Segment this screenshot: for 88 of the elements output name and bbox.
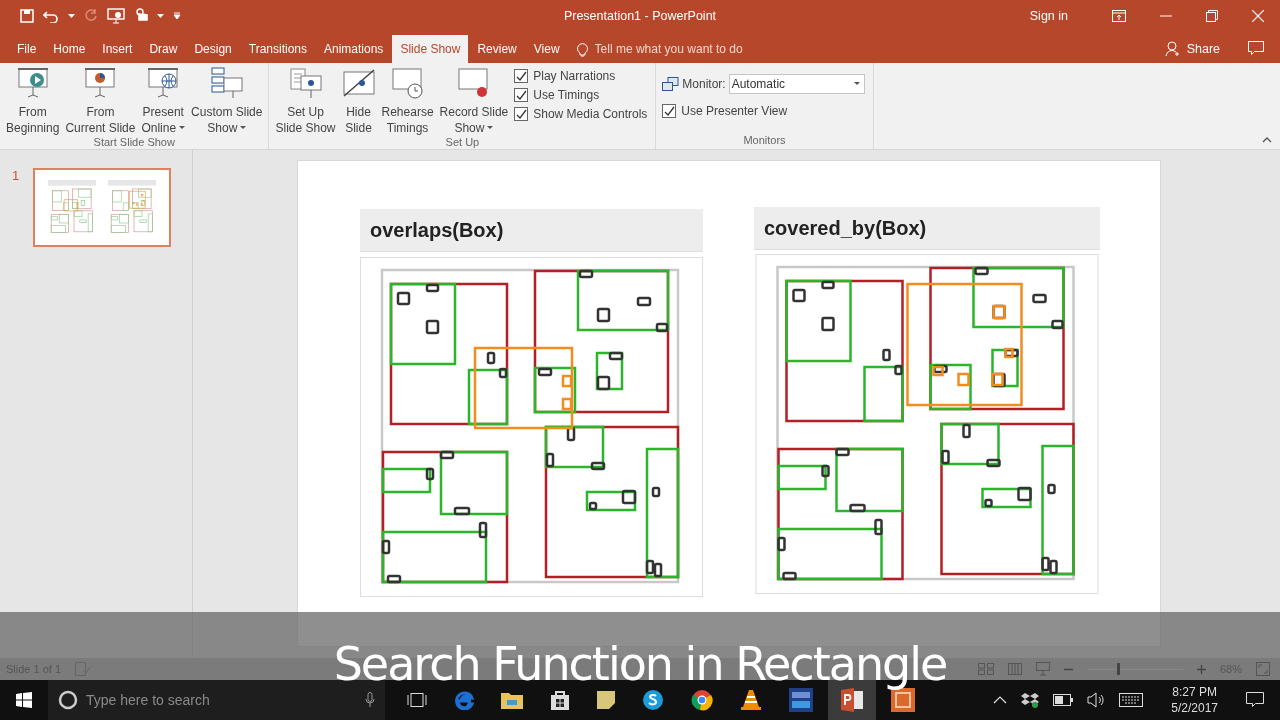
stopwatch-slide-icon <box>390 66 425 100</box>
monitor-label: Monitor: <box>682 77 726 91</box>
caret-icon[interactable] <box>68 13 75 19</box>
play-slide-icon <box>15 66 50 100</box>
dropbox-icon[interactable] <box>1021 692 1040 708</box>
ribbon-button[interactable]: From Current Slide <box>63 66 138 136</box>
comment-icon[interactable] <box>1248 41 1264 55</box>
lightbulb-icon <box>576 41 588 57</box>
caret-icon <box>853 82 860 86</box>
traffic-cone-icon[interactable] <box>740 689 762 711</box>
ribbon-button[interactable]: Record Slide Show <box>437 66 511 136</box>
monitors-icon <box>662 76 680 92</box>
ribbon-button[interactable]: Custom Slide Show <box>189 66 265 136</box>
ribbon-button[interactable]: Present Online <box>139 66 188 136</box>
presentation-icon[interactable] <box>107 8 125 24</box>
close-icon[interactable] <box>1252 10 1264 22</box>
monitor-dropdown[interactable]: Automatic <box>728 74 865 94</box>
checkbox[interactable] <box>514 88 529 102</box>
ribbon-tab[interactable]: Home <box>45 35 94 63</box>
hidden-slide-icon <box>341 66 376 100</box>
caret-icon[interactable] <box>157 13 164 19</box>
collapse-ribbon-icon[interactable] <box>1262 137 1272 143</box>
customize-icon[interactable] <box>173 12 181 20</box>
browser-e-icon[interactable] <box>454 690 474 710</box>
taskbar-search-field[interactable]: Type here to search <box>84 691 359 709</box>
speaker-icon[interactable] <box>1087 692 1106 708</box>
slide-list-icon <box>209 66 244 100</box>
folder-icon[interactable] <box>501 691 523 709</box>
checkbox[interactable] <box>662 104 677 118</box>
ribbon-display-icon[interactable] <box>1112 10 1126 22</box>
ribbon-tab[interactable]: Insert <box>94 35 141 63</box>
ribbon-tab[interactable]: File <box>9 35 45 63</box>
share-button[interactable]: Share <box>1164 35 1220 63</box>
slide-chart-icon <box>83 66 118 100</box>
store-bag-icon[interactable] <box>550 690 570 710</box>
skype-s-icon[interactable] <box>642 689 664 711</box>
group-label: Start Slide Show <box>92 136 176 150</box>
ribbon-button[interactable]: Rehearse Timings <box>379 66 436 136</box>
window-title: Presentation1 - PowerPoint <box>563 9 717 23</box>
clock-date[interactable]: 5/2/2017 <box>1171 700 1218 716</box>
taskbar-search-box[interactable]: Type here to search <box>48 680 385 720</box>
ribbon-tab[interactable]: Transitions <box>240 35 315 63</box>
restore-icon[interactable] <box>1206 10 1218 22</box>
windows-start-icon[interactable] <box>16 692 32 708</box>
checkbox-label: Play Narrations <box>533 69 616 83</box>
slide-thumbnail[interactable] <box>33 168 172 247</box>
framed-square-icon[interactable] <box>891 688 915 712</box>
checkbox[interactable] <box>514 69 529 83</box>
undo-icon[interactable] <box>43 9 59 23</box>
ribbon-tab[interactable]: Review <box>469 35 525 63</box>
microphone-icon <box>365 692 375 708</box>
checkbox-label: Use Presenter View <box>681 104 788 118</box>
ribbon-tab[interactable]: View <box>525 35 568 63</box>
checkbox[interactable] <box>514 107 529 121</box>
sticky-note-icon[interactable] <box>597 691 615 709</box>
panel-header: covered_by(Box) <box>754 207 1100 250</box>
ribbon-tab[interactable]: Design <box>186 35 240 63</box>
powerpoint-icon[interactable] <box>840 688 864 712</box>
chevron-up-icon[interactable] <box>993 696 1008 704</box>
slide-number: 1 <box>12 168 20 185</box>
redo-icon <box>84 9 98 23</box>
panel-header: overlaps(Box) <box>360 209 703 252</box>
clock-time[interactable]: 8:27 PM <box>1172 684 1217 700</box>
app-tile-icon[interactable] <box>789 688 813 712</box>
group-label: Monitors <box>742 134 787 148</box>
ribbon-button[interactable]: Hide Slide <box>339 66 378 136</box>
ribbon-tab[interactable]: Animations <box>316 35 392 63</box>
touch-icon[interactable] <box>134 8 148 24</box>
group-label: Set Up <box>444 136 481 150</box>
sign-in-link[interactable]: Sign in <box>1029 9 1068 23</box>
battery-icon[interactable] <box>1053 694 1074 706</box>
ribbon-button[interactable]: From Beginning <box>4 66 62 136</box>
ribbon-button[interactable]: Set Up Slide Show <box>273 66 338 136</box>
keyboard-icon[interactable] <box>1119 693 1144 707</box>
chrome-icon[interactable] <box>691 689 713 711</box>
save-icon[interactable] <box>20 9 34 23</box>
ribbon-tab[interactable]: Draw <box>141 35 186 63</box>
checkbox-label: Use Timings <box>533 88 600 102</box>
ribbon-tab[interactable]: Slide Show <box>392 35 469 63</box>
notification-icon[interactable] <box>1246 692 1264 708</box>
setup-slide-icon <box>288 66 323 100</box>
task-view-icon[interactable] <box>407 693 427 707</box>
cortana-circle-icon <box>58 690 78 710</box>
person-add-icon <box>1164 41 1181 57</box>
globe-slide-icon <box>146 66 181 100</box>
tell-me-field[interactable]: Tell me what you want to do <box>592 41 782 57</box>
record-slide-icon <box>456 66 491 100</box>
checkbox-label: Show Media Controls <box>533 107 648 121</box>
